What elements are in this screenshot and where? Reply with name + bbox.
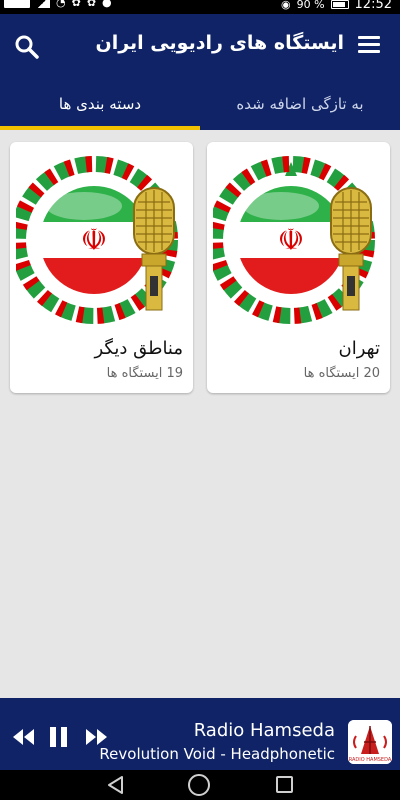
station-logo-icon: RADIO HAMSEDA <box>348 720 392 764</box>
battery-icon <box>330 0 349 9</box>
sync-icon: ✿ <box>86 0 97 9</box>
battery-percent: 90 % <box>296 0 325 11</box>
menu-icon <box>358 36 380 39</box>
signal-icon <box>36 0 50 8</box>
category-title: تهران <box>338 338 380 359</box>
wifi-icon: ◔ <box>56 0 66 9</box>
app-title: ایستگاه های رادیویی ایران <box>95 32 344 54</box>
tab-bar: دسته بندی ها به تازگی اضافه شده <box>0 82 400 130</box>
eye-icon: ◉ <box>280 0 291 11</box>
cloud-icon: ● <box>102 0 112 9</box>
track-title: Revolution Void - Headphonetic <box>99 745 335 763</box>
station-count: 19 ایستگاه ها <box>106 366 183 381</box>
iran-flag-microphone-icon: ☫ <box>213 156 375 324</box>
category-card-other-regions[interactable]: ☫ مناطق دیگر 19 ایستگاه ها <box>10 142 193 393</box>
app-bar: ایستگاه های رادیویی ایران دسته بندی ها ب… <box>0 14 400 130</box>
next-icon <box>86 729 107 745</box>
back-button[interactable] <box>106 775 124 799</box>
search-icon <box>15 35 39 59</box>
tab-categories[interactable]: دسته بندی ها <box>0 82 200 130</box>
station-name: Radio Hamseda <box>193 720 335 741</box>
svg-text:RADIO HAMSEDA: RADIO HAMSEDA <box>349 757 392 763</box>
iran-flag-microphone-icon: ☫ <box>16 156 178 324</box>
recents-button[interactable] <box>276 776 293 793</box>
back-icon <box>108 776 123 794</box>
clock: 12:52 <box>354 0 392 12</box>
settings-icon: ✿ <box>71 0 81 9</box>
svg-text:☫: ☫ <box>81 223 108 258</box>
menu-button[interactable] <box>358 36 382 56</box>
mini-player[interactable]: Radio Hamseda Revolution Void - Headphon… <box>0 698 400 770</box>
station-logo: RADIO HAMSEDA <box>348 720 392 764</box>
category-card-tehran[interactable]: ☫ تهران 20 ایستگاه ها <box>207 142 390 393</box>
notification-icon <box>4 0 30 8</box>
previous-icon <box>13 729 34 745</box>
pause-icon <box>50 727 67 747</box>
svg-text:☫: ☫ <box>278 223 305 258</box>
status-bar: ◔ ✿ ✿ ● ◉ 90 % 12:52 <box>0 0 400 14</box>
category-title: مناطق دیگر <box>94 338 183 359</box>
station-count: 20 ایستگاه ها <box>303 366 380 381</box>
previous-button[interactable] <box>12 728 36 750</box>
system-nav-bar <box>0 770 400 800</box>
home-button[interactable] <box>188 774 210 796</box>
tab-recently-added[interactable]: به تازگی اضافه شده <box>200 82 400 130</box>
pause-button[interactable] <box>48 726 70 752</box>
search-button[interactable] <box>14 34 40 60</box>
